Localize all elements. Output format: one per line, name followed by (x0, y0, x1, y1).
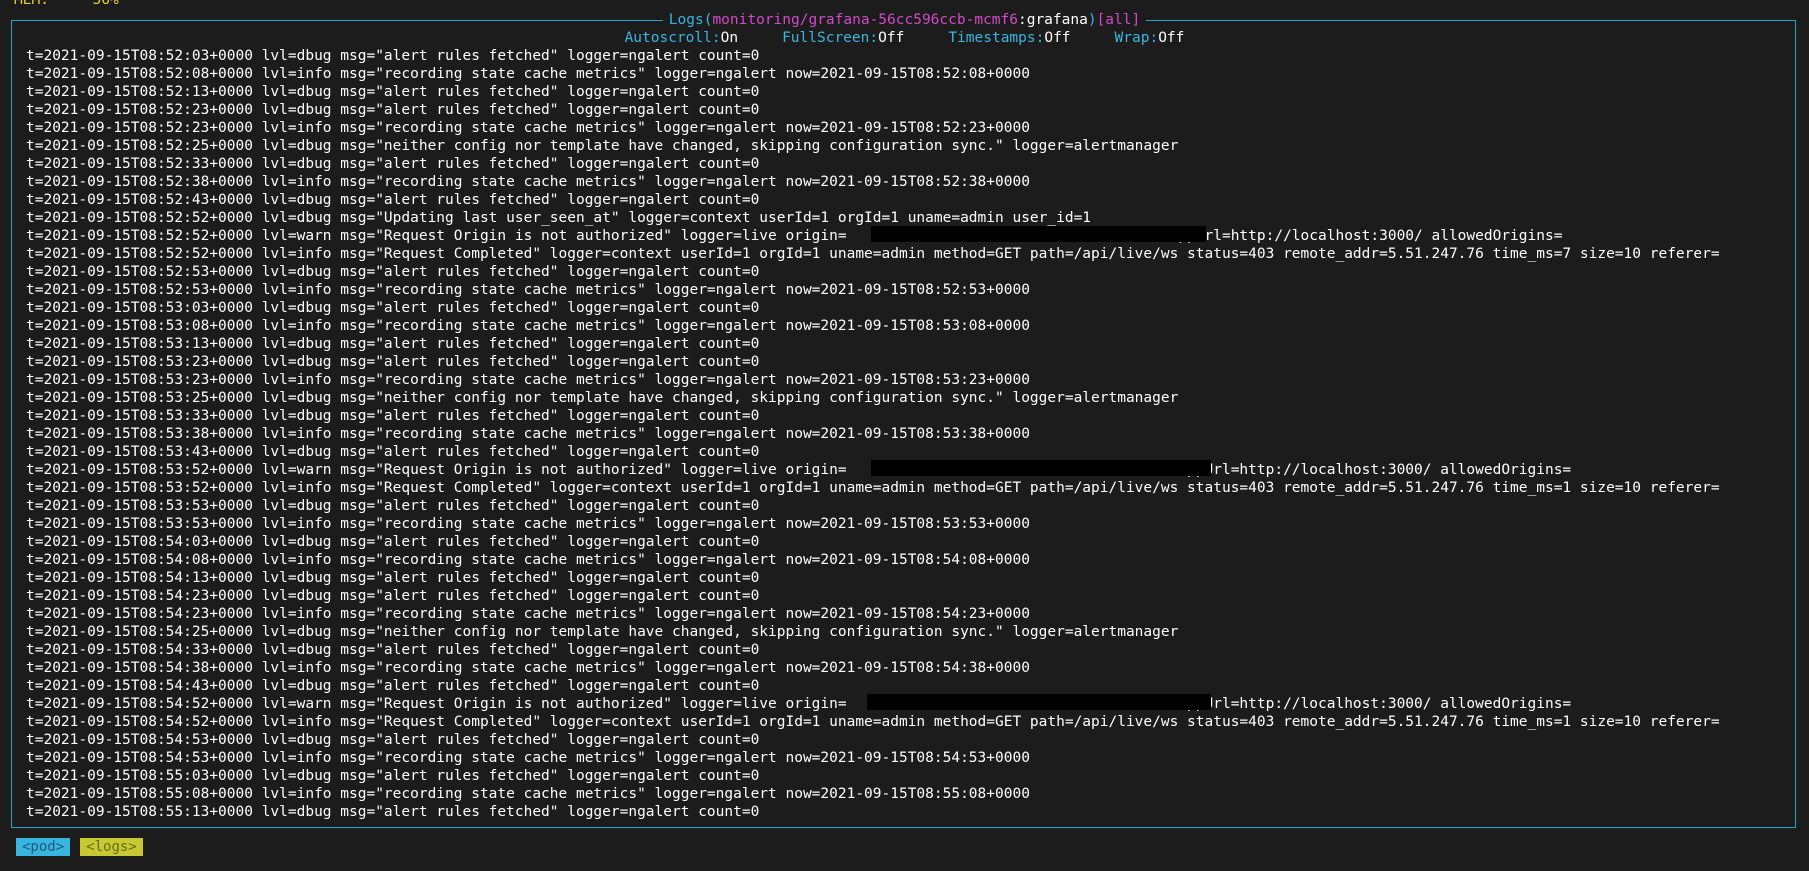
toggle-wrap[interactable]: Wrap:Off (1115, 30, 1185, 46)
log-line: t=2021-09-15T08:52:25+0000 lvl=dbug msg=… (26, 138, 1179, 154)
log-line: t=2021-09-15T08:52:23+0000 lvl=dbug msg=… (26, 102, 760, 118)
log-line: t=2021-09-15T08:54:52+0000 lvl=info msg=… (26, 714, 1720, 730)
log-line: t=2021-09-15T08:53:13+0000 lvl=dbug msg=… (26, 336, 760, 352)
log-line: t=2021-09-15T08:53:43+0000 lvl=dbug msg=… (26, 444, 760, 460)
log-line: t=2021-09-15T08:52:38+0000 lvl=info msg=… (26, 174, 1030, 190)
log-line: t=2021-09-15T08:52:53+0000 lvl=info msg=… (26, 282, 1030, 298)
log-line: t=2021-09-15T08:54:13+0000 lvl=dbug msg=… (26, 570, 760, 586)
log-line: t=2021-09-15T08:52:52+0000 lvl=info msg=… (26, 246, 1720, 262)
log-line: t=2021-09-15T08:53:25+0000 lvl=dbug msg=… (26, 390, 1179, 406)
log-line: t=2021-09-15T08:53:23+0000 lvl=dbug msg=… (26, 354, 760, 370)
title-prefix: Logs( (668, 12, 713, 28)
log-line: t=2021-09-15T08:55:08+0000 lvl=info msg=… (26, 786, 1030, 802)
log-line: t=2021-09-15T08:54:23+0000 lvl=dbug msg=… (26, 588, 760, 604)
redacted-origin (871, 460, 1211, 476)
title-container: grafana (1026, 12, 1088, 28)
log-line: t=2021-09-15T08:52:03+0000 lvl=dbug msg=… (26, 48, 760, 64)
log-line: t=2021-09-15T08:53:08+0000 lvl=info msg=… (26, 318, 1030, 334)
title-pod: monitoring/grafana-56cc596ccb-mcmf6 (712, 12, 1018, 28)
log-line: t=2021-09-15T08:53:53+0000 lvl=dbug msg=… (26, 498, 760, 514)
redacted-origin (867, 694, 1211, 710)
log-line: t=2021-09-15T08:53:53+0000 lvl=info msg=… (26, 516, 1030, 532)
log-line: t=2021-09-15T08:53:03+0000 lvl=dbug msg=… (26, 300, 760, 316)
log-line: t=2021-09-15T08:52:53+0000 lvl=dbug msg=… (26, 264, 760, 280)
logs-panel-title: Logs(monitoring/grafana-56cc596ccb-mcmf6… (0, 11, 1809, 29)
log-line: t=2021-09-15T08:53:38+0000 lvl=info msg=… (26, 426, 1030, 442)
log-line: t=2021-09-15T08:52:13+0000 lvl=dbug msg=… (26, 84, 760, 100)
breadcrumb-pod[interactable]: <pod> (16, 838, 71, 856)
log-line: t=2021-09-15T08:55:13+0000 lvl=dbug msg=… (26, 804, 760, 820)
redacted-origin (871, 226, 1206, 242)
log-line: t=2021-09-15T08:54:53+0000 lvl=info msg=… (26, 750, 1030, 766)
breadcrumb: <pod> <logs> (16, 838, 143, 856)
log-line: t=2021-09-15T08:54:38+0000 lvl=info msg=… (26, 660, 1030, 676)
mem-value: 56% (92, 0, 119, 8)
log-line: t=2021-09-15T08:54:03+0000 lvl=dbug msg=… (26, 534, 760, 550)
memory-indicator: MEM: 56% (14, 0, 119, 9)
log-line: t=2021-09-15T08:55:03+0000 lvl=dbug msg=… (26, 768, 760, 784)
log-line: t=2021-09-15T08:54:33+0000 lvl=dbug msg=… (26, 642, 760, 658)
toggle-timestamps[interactable]: Timestamps:Off (948, 30, 1070, 46)
log-line: t=2021-09-15T08:52:08+0000 lvl=info msg=… (26, 66, 1030, 82)
log-line: t=2021-09-15T08:53:33+0000 lvl=dbug msg=… (26, 408, 760, 424)
log-line: t=2021-09-15T08:52:33+0000 lvl=dbug msg=… (26, 156, 760, 172)
title-filter: [all] (1096, 12, 1141, 28)
log-toggles: Autoscroll:On FullScreen:Off Timestamps:Of… (0, 29, 1809, 47)
log-line: t=2021-09-15T08:52:23+0000 lvl=info msg=… (26, 120, 1030, 136)
log-line: t=2021-09-15T08:54:43+0000 lvl=dbug msg=… (26, 678, 760, 694)
log-line: t=2021-09-15T08:53:52+0000 lvl=info msg=… (26, 480, 1720, 496)
mem-label: MEM: (14, 0, 49, 8)
breadcrumb-logs[interactable]: <logs> (80, 838, 143, 856)
log-line: t=2021-09-15T08:52:52+0000 lvl=dbug msg=… (26, 210, 1092, 226)
title-close: ) (1087, 12, 1097, 28)
log-line: t=2021-09-15T08:54:23+0000 lvl=info msg=… (26, 606, 1030, 622)
toggle-fullscreen[interactable]: FullScreen:Off (782, 30, 904, 46)
log-line: t=2021-09-15T08:53:23+0000 lvl=info msg=… (26, 372, 1030, 388)
log-line: t=2021-09-15T08:54:25+0000 lvl=dbug msg=… (26, 624, 1179, 640)
toggle-autoscroll[interactable]: Autoscroll:On (625, 30, 739, 46)
log-line: t=2021-09-15T08:54:08+0000 lvl=info msg=… (26, 552, 1030, 568)
log-line: t=2021-09-15T08:54:53+0000 lvl=dbug msg=… (26, 732, 760, 748)
log-line: t=2021-09-15T08:52:43+0000 lvl=dbug msg=… (26, 192, 760, 208)
title-sep: : (1017, 12, 1027, 28)
